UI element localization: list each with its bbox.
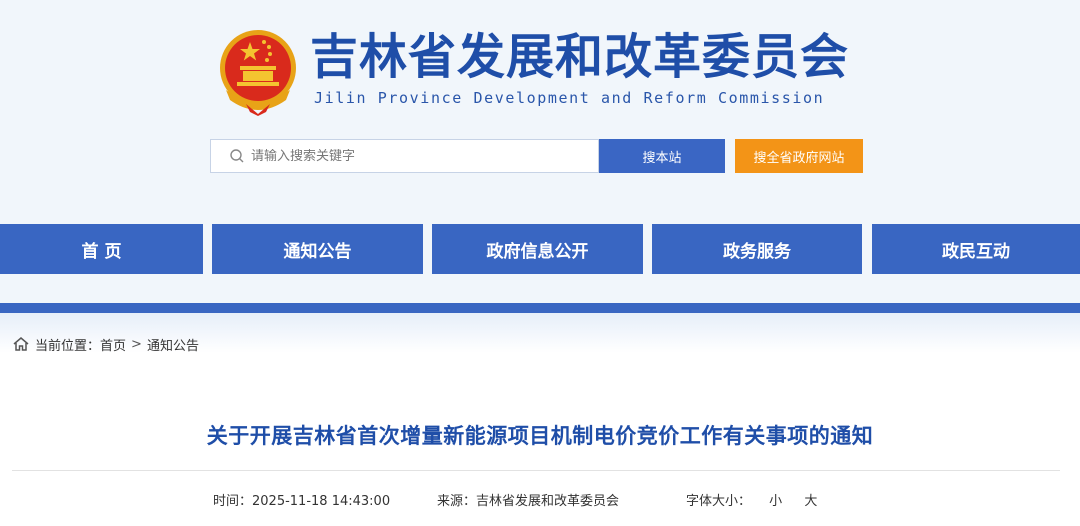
breadcrumb-separator: > (131, 336, 142, 352)
header-divider-band (0, 303, 1080, 313)
national-emblem-icon (220, 30, 296, 116)
home-icon (13, 337, 29, 351)
search-box (210, 139, 599, 173)
article-source: 来源：吉林省发展和改革委员会 (437, 490, 619, 509)
breadcrumb-home-link[interactable]: 首页 (100, 335, 126, 354)
font-size-control: 字体大小： 小 大 (686, 490, 817, 509)
search-input[interactable] (251, 148, 581, 164)
nav-item-notices[interactable]: 通知公告 (212, 224, 423, 274)
title-divider (12, 470, 1060, 471)
font-size-label: 字体大小： (686, 494, 752, 509)
font-large-button[interactable]: 大 (804, 490, 817, 509)
font-small-button[interactable]: 小 (769, 490, 782, 509)
source-value: 吉林省发展和改革委员会 (476, 494, 620, 509)
search-icon (230, 149, 244, 163)
site-title: 吉林省发展和改革委员会 (310, 29, 850, 85)
breadcrumb: 当前位置： 首页 > 通知公告 (12, 334, 199, 354)
article-title: 关于开展吉林省首次增量新能源项目机制电价竞价工作有关事项的通知 (206, 424, 874, 448)
article-time: 时间：2025-11-18 14:43:00 (213, 490, 390, 509)
search-all-province-button[interactable]: 搜全省政府网站 (735, 139, 863, 173)
search-site-button[interactable]: 搜本站 (599, 139, 725, 173)
site-subtitle: Jilin Province Development and Reform Co… (314, 89, 825, 107)
nav-item-interaction[interactable]: 政民互动 (872, 224, 1080, 274)
nav-item-gov-info[interactable]: 政府信息公开 (432, 224, 643, 274)
time-label: 时间： (213, 494, 253, 509)
nav-item-home[interactable]: 首 页 (0, 224, 203, 274)
time-value: 2025-11-18 14:43:00 (252, 494, 391, 509)
nav-item-gov-services[interactable]: 政务服务 (652, 224, 862, 274)
breadcrumb-prefix: 当前位置： (35, 338, 101, 354)
breadcrumb-current-link[interactable]: 通知公告 (147, 335, 199, 354)
source-label: 来源： (437, 494, 477, 509)
